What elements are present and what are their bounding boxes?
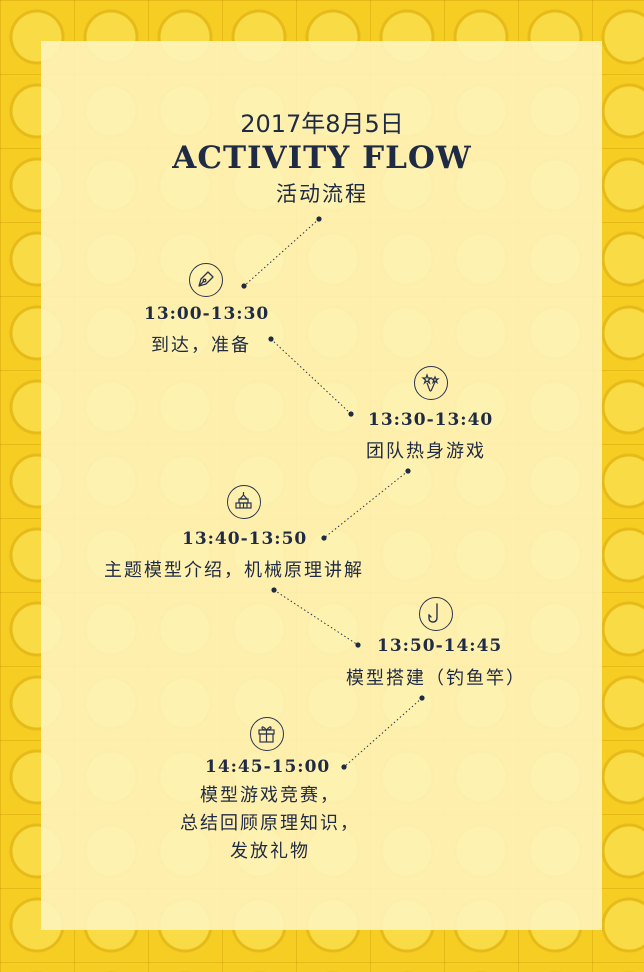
page-subtitle: 活动流程 — [276, 182, 368, 206]
event-time: 13:50-14:45 — [377, 636, 503, 656]
fishing-hook-icon — [419, 597, 453, 631]
event-date: 2017年8月5日 — [240, 110, 404, 138]
connector-dot — [268, 336, 274, 342]
connector-dot — [348, 411, 354, 417]
building-model-icon — [227, 485, 261, 519]
connector-dot — [405, 468, 411, 474]
event-description: 主题模型介绍，机械原理讲解 — [104, 560, 364, 581]
connector-dot — [419, 695, 425, 701]
connector-dot — [241, 283, 247, 289]
fountain-pen-icon — [189, 263, 223, 297]
sparkles-icon — [414, 366, 448, 400]
page-title: ACTIVITY FLOW — [172, 140, 472, 176]
event-time: 13:00-13:30 — [144, 304, 270, 324]
connector-dot — [271, 587, 277, 593]
event-time: 13:40-13:50 — [182, 529, 308, 549]
event-description: 团队热身游戏 — [366, 441, 486, 462]
connector-dot — [341, 764, 347, 770]
connector-line — [343, 697, 423, 768]
connector-dot — [321, 535, 327, 541]
event-description: 到达，准备 — [151, 335, 251, 356]
connector-line — [270, 338, 352, 415]
connector-line — [243, 218, 320, 287]
event-time: 13:30-13:40 — [368, 410, 494, 430]
connector-dot — [355, 642, 361, 648]
event-time: 14:45-15:00 — [205, 757, 331, 777]
event-description-line: 总结回顾原理知识， — [180, 813, 360, 834]
connector-line — [273, 589, 359, 646]
event-description: 模型搭建（钓鱼竿） — [346, 668, 526, 689]
event-description-line: 发放礼物 — [230, 841, 310, 862]
event-description: 模型游戏竞赛， 总结回顾原理知识， 发放礼物 — [170, 782, 370, 866]
gift-icon — [250, 717, 284, 751]
connector-dot — [316, 216, 322, 222]
connector-line — [323, 470, 409, 539]
event-description-line: 模型游戏竞赛， — [200, 785, 340, 806]
